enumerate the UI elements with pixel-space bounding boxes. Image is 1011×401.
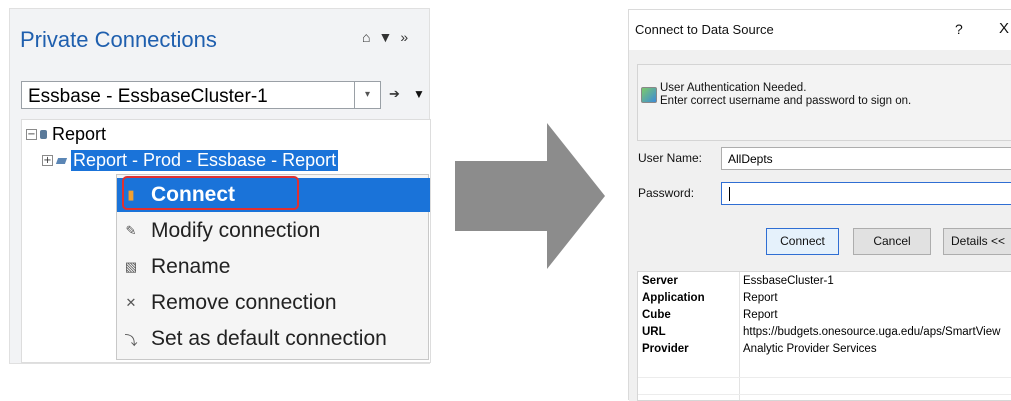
rename-icon: ▧ xyxy=(124,259,138,274)
username-label: User Name: xyxy=(638,151,703,165)
connection-select-dropdown-button[interactable]: ▾ xyxy=(355,81,381,109)
info-key: Server xyxy=(642,275,678,287)
more-options-icon[interactable]: ▼ xyxy=(413,87,425,101)
menu-item-remove-connection[interactable]: ✕ Remove connection xyxy=(117,286,430,320)
menu-item-label: Rename xyxy=(151,255,231,278)
info-row-server: Server EssbaseCluster-1 xyxy=(638,275,1011,292)
panel-toolbar: ⌂ ▼ » xyxy=(362,29,408,45)
menu-item-label: Set as default connection xyxy=(151,327,387,350)
go-arrow-icon[interactable]: ➔ xyxy=(389,86,400,102)
cancel-button[interactable]: Cancel xyxy=(853,228,931,255)
connection-icon xyxy=(56,156,68,166)
dialog-body: User Authentication Needed. Enter correc… xyxy=(629,50,1011,401)
connection-select[interactable]: Essbase - EssbaseCluster-1 xyxy=(21,81,355,109)
collapse-icon[interactable]: − xyxy=(26,129,37,140)
help-icon[interactable]: ? xyxy=(955,21,963,37)
info-value: https://budgets.onesource.uga.edu/aps/Sm… xyxy=(743,326,1001,338)
auth-icon xyxy=(641,87,657,103)
info-row-url: URL https://budgets.onesource.uga.edu/ap… xyxy=(638,326,1011,343)
info-key: Cube xyxy=(642,309,671,321)
tree-root-label: Report xyxy=(52,124,107,144)
dropdown-arrow-icon[interactable]: ▼ xyxy=(378,29,392,45)
tree-root-item[interactable]: − Report xyxy=(26,124,106,145)
tree-child-label: Report - Prod - Essbase - Report xyxy=(71,150,339,171)
info-value: EssbaseCluster-1 xyxy=(743,275,834,287)
panel-title: Private Connections xyxy=(20,27,217,52)
password-field[interactable] xyxy=(721,182,1011,205)
expand-icon[interactable]: + xyxy=(42,155,53,166)
auth-message-box: User Authentication Needed. Enter correc… xyxy=(637,64,1011,141)
info-key: URL xyxy=(642,326,666,338)
info-value: Report xyxy=(743,292,778,304)
auth-message-detail: Enter correct username and password to s… xyxy=(660,95,912,107)
tree-child-item[interactable]: + Report - Prod - Essbase - Report xyxy=(42,150,339,171)
home-icon[interactable]: ⌂ xyxy=(362,29,370,45)
default-connection-icon: ⤵ xyxy=(124,332,138,348)
menu-item-label: Remove connection xyxy=(151,291,337,314)
username-field[interactable]: AllDepts xyxy=(721,147,1011,170)
menu-item-rename[interactable]: ▧ Rename xyxy=(117,250,430,284)
close-icon[interactable]: X xyxy=(999,20,1009,37)
menu-item-label: Modify connection xyxy=(151,219,321,242)
details-button[interactable]: Details << xyxy=(943,228,1011,255)
connect-highlight-box xyxy=(122,176,299,210)
flow-arrow-icon xyxy=(455,123,605,269)
dialog-title: Connect to Data Source xyxy=(635,22,774,37)
remove-icon: ✕ xyxy=(125,295,137,310)
info-row-application: Application Report xyxy=(638,292,1011,309)
text-caret xyxy=(729,187,730,201)
connect-button[interactable]: Connect xyxy=(766,228,839,255)
menu-item-modify-connection[interactable]: ✎ Modify connection xyxy=(117,214,430,248)
connection-info-table: Server EssbaseCluster-1 Application Repo… xyxy=(637,271,1011,401)
table-gridline xyxy=(638,377,1011,378)
info-value: Report xyxy=(743,309,778,321)
info-key: Application xyxy=(642,292,705,304)
database-icon xyxy=(40,130,47,139)
auth-message-title: User Authentication Needed. xyxy=(660,82,807,94)
info-key: Provider xyxy=(642,343,689,355)
password-label: Password: xyxy=(638,186,695,200)
menu-item-set-default-connection[interactable]: ⤵ Set as default connection xyxy=(117,322,430,356)
info-value: Analytic Provider Services xyxy=(743,343,877,355)
table-gridline xyxy=(638,394,1011,395)
connect-dialog: Connect to Data Source ? X User Authenti… xyxy=(628,9,1011,401)
edit-icon: ✎ xyxy=(125,223,137,238)
info-row-provider: Provider Analytic Provider Services xyxy=(638,343,1011,360)
overflow-chevron-icon[interactable]: » xyxy=(400,29,408,45)
info-row-cube: Cube Report xyxy=(638,309,1011,326)
